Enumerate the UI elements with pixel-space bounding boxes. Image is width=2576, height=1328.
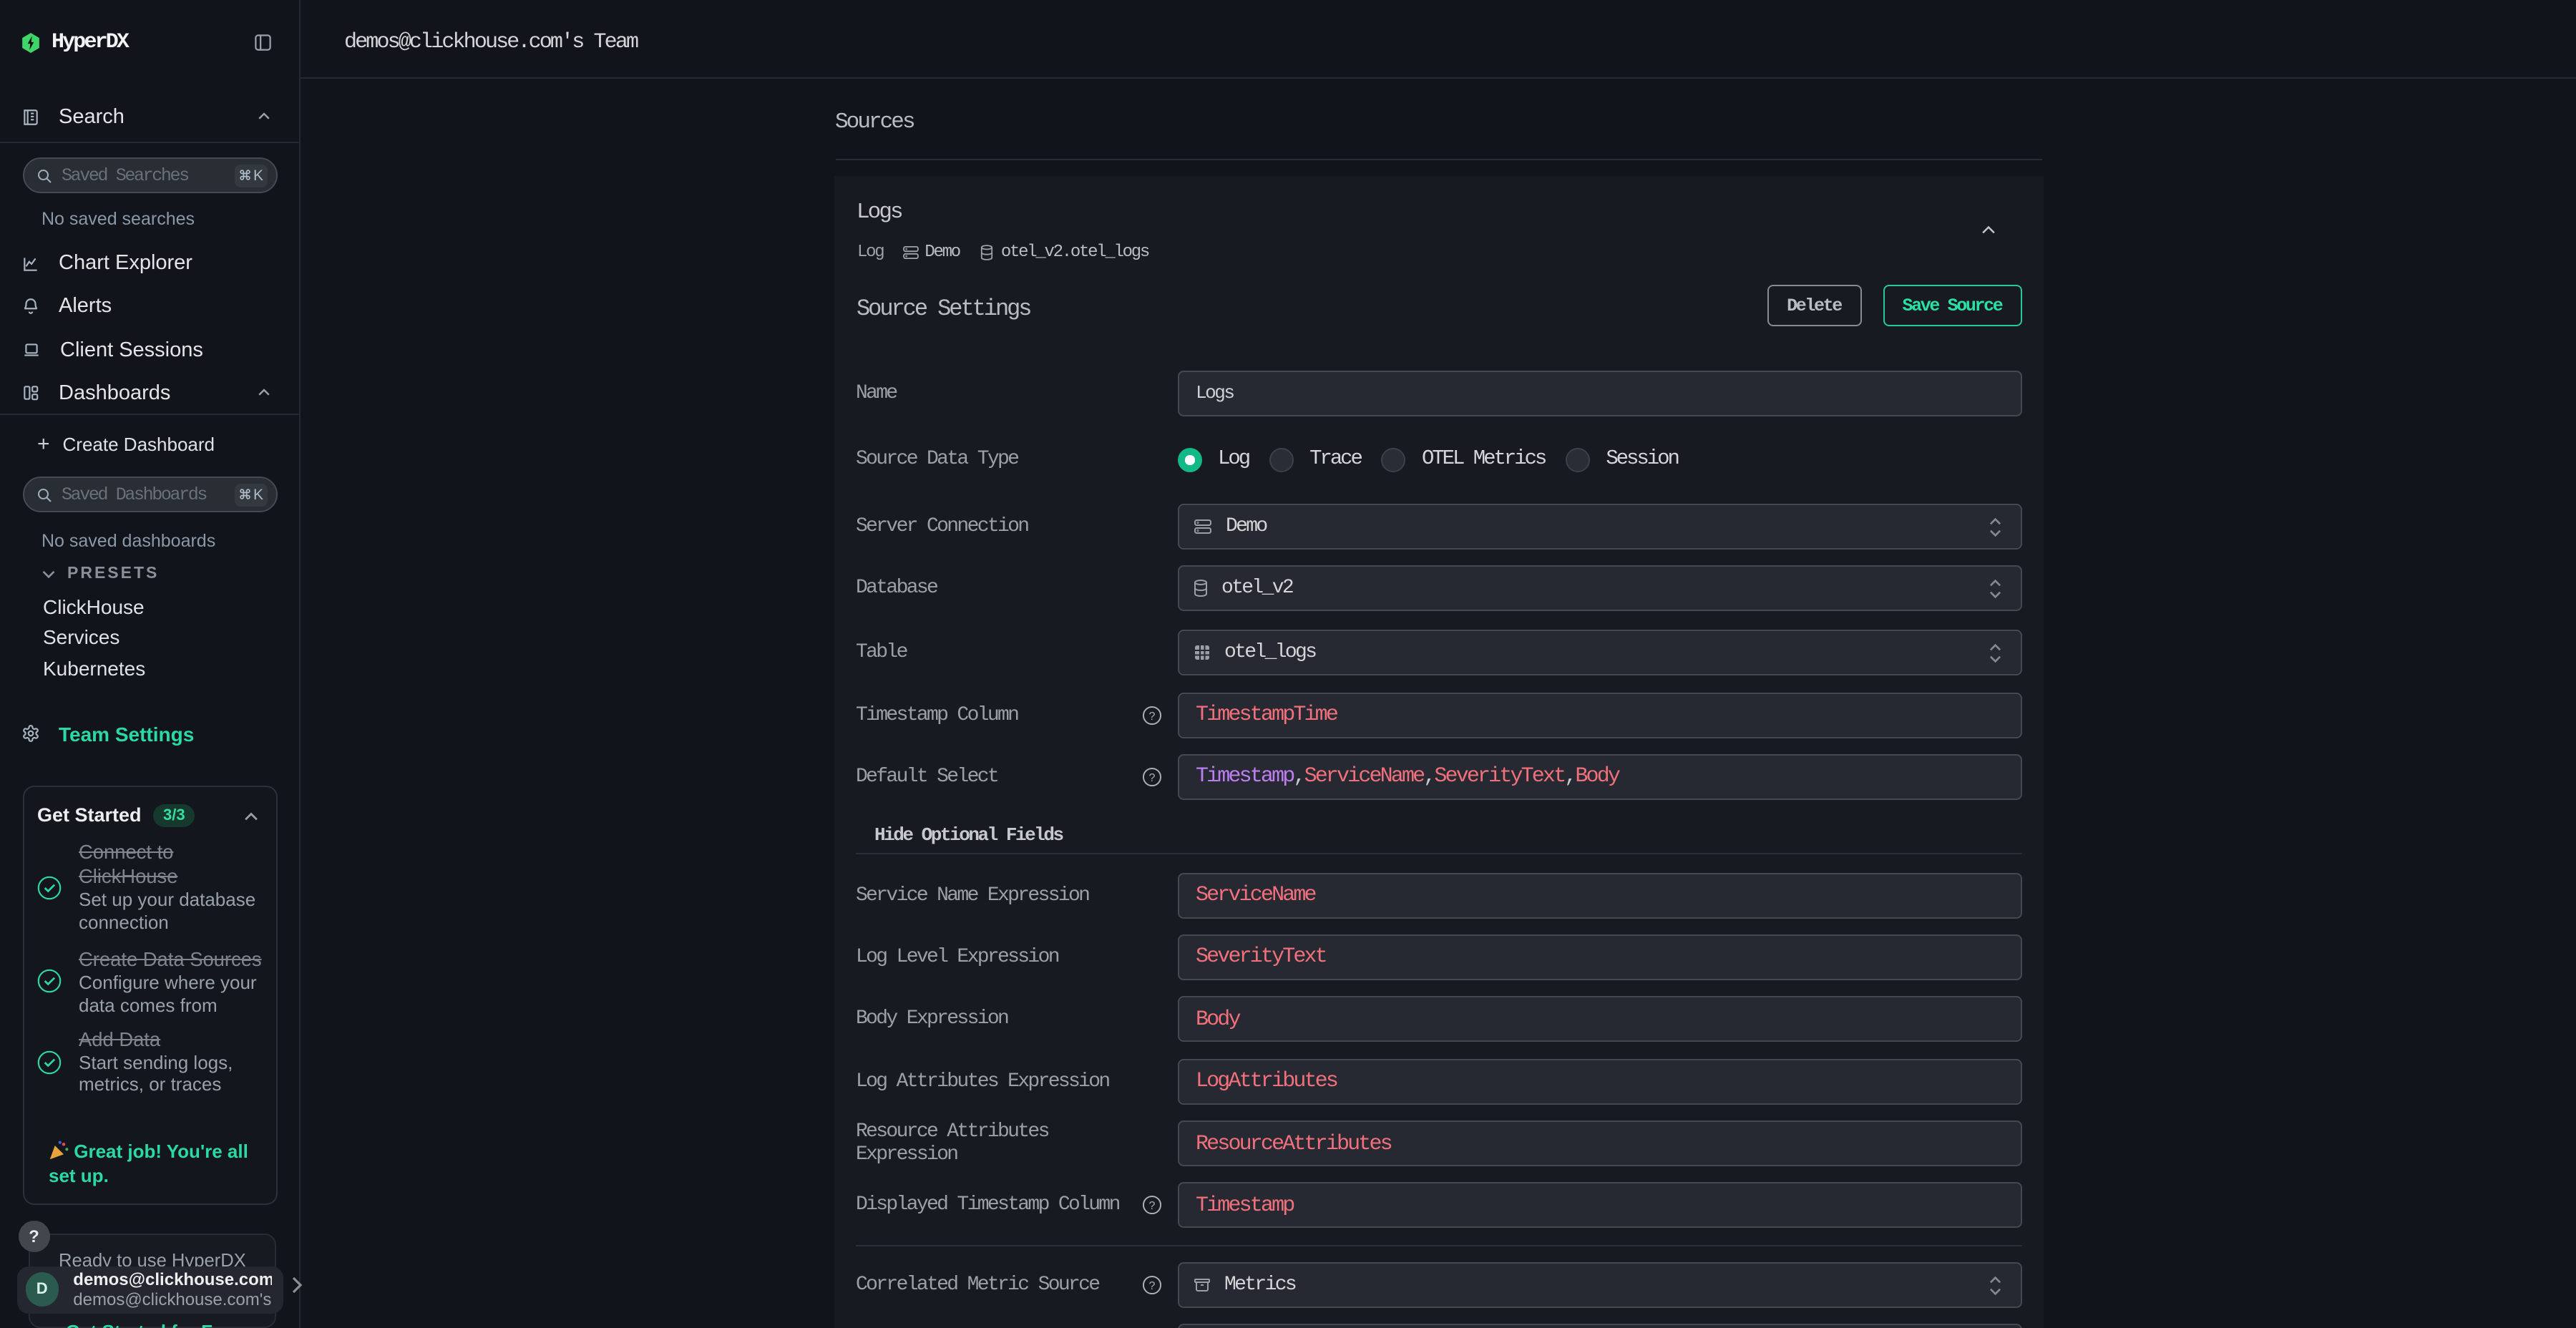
svg-text:?: ?	[1149, 1279, 1156, 1292]
svg-text:?: ?	[1149, 771, 1156, 784]
svg-text:?: ?	[1149, 1200, 1156, 1213]
svg-text:?: ?	[1149, 709, 1156, 722]
